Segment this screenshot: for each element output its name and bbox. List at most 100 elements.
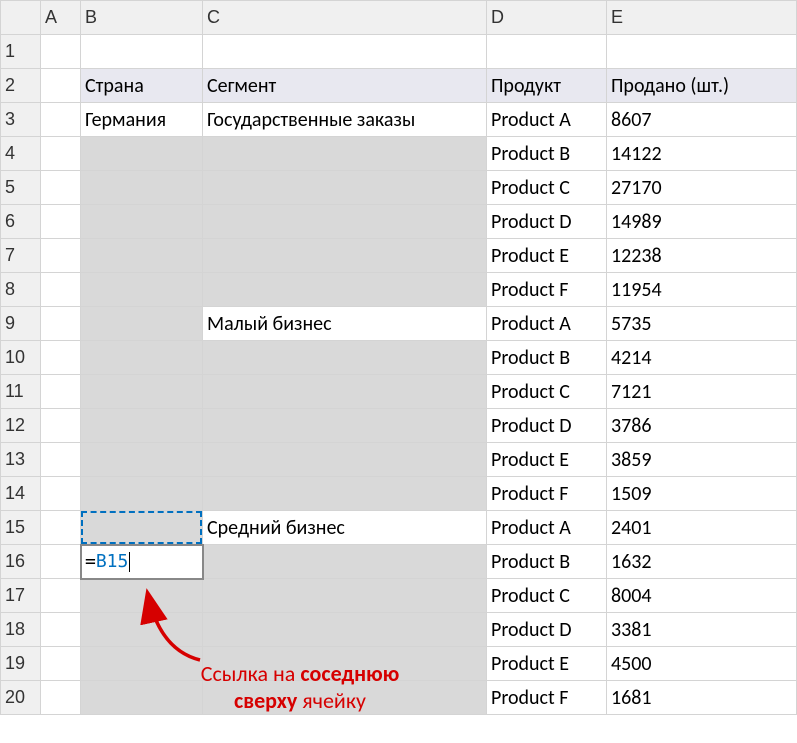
cell-A18[interactable] [41, 613, 81, 647]
cell-B20[interactable] [81, 681, 203, 715]
cell-E4[interactable]: 14122 [607, 137, 797, 171]
cell-C6[interactable] [203, 205, 487, 239]
cell-D16[interactable]: Product B [487, 545, 607, 579]
cell-E1[interactable] [607, 35, 797, 69]
cell-B12[interactable] [81, 409, 203, 443]
cell-C3[interactable]: Государственные заказы [203, 103, 487, 137]
cell-C8[interactable] [203, 273, 487, 307]
cell-C16[interactable] [203, 545, 487, 579]
col-header-C[interactable]: C [203, 1, 487, 35]
cell-E19[interactable]: 4500 [607, 647, 797, 681]
cell-B4[interactable] [81, 137, 203, 171]
cell-E6[interactable]: 14989 [607, 205, 797, 239]
cell-E2[interactable]: Продано (шт.) [607, 69, 797, 103]
cell-E17[interactable]: 8004 [607, 579, 797, 613]
cell-C18[interactable] [203, 613, 487, 647]
row-header-9[interactable]: 9 [1, 307, 41, 341]
cell-E9[interactable]: 5735 [607, 307, 797, 341]
cell-D17[interactable]: Product C [487, 579, 607, 613]
cell-D11[interactable]: Product C [487, 375, 607, 409]
cell-C9[interactable]: Малый бизнес [203, 307, 487, 341]
row-header-19[interactable]: 19 [1, 647, 41, 681]
row-header-10[interactable]: 10 [1, 341, 41, 375]
cell-C10[interactable] [203, 341, 487, 375]
cell-D13[interactable]: Product E [487, 443, 607, 477]
cell-A1[interactable] [41, 35, 81, 69]
row-header-12[interactable]: 12 [1, 409, 41, 443]
col-header-D[interactable]: D [487, 1, 607, 35]
cell-B17[interactable] [81, 579, 203, 613]
cell-B8[interactable] [81, 273, 203, 307]
cell-C14[interactable] [203, 477, 487, 511]
row-header-20[interactable]: 20 [1, 681, 41, 715]
cell-B6[interactable] [81, 205, 203, 239]
cell-E12[interactable]: 3786 [607, 409, 797, 443]
cell-D20[interactable]: Product F [487, 681, 607, 715]
cell-A13[interactable] [41, 443, 81, 477]
cell-D1[interactable] [487, 35, 607, 69]
cell-D10[interactable]: Product B [487, 341, 607, 375]
cell-A3[interactable] [41, 103, 81, 137]
cell-D19[interactable]: Product E [487, 647, 607, 681]
cell-E7[interactable]: 12238 [607, 239, 797, 273]
cell-D5[interactable]: Product C [487, 171, 607, 205]
cell-E13[interactable]: 3859 [607, 443, 797, 477]
row-header-8[interactable]: 8 [1, 273, 41, 307]
cell-E14[interactable]: 1509 [607, 477, 797, 511]
cell-B15[interactable] [81, 511, 203, 545]
cell-B13[interactable] [81, 443, 203, 477]
row-header-6[interactable]: 6 [1, 205, 41, 239]
cell-A11[interactable] [41, 375, 81, 409]
cell-A12[interactable] [41, 409, 81, 443]
cell-A2[interactable] [41, 69, 81, 103]
cell-A16[interactable] [41, 545, 81, 579]
row-header-18[interactable]: 18 [1, 613, 41, 647]
cell-B18[interactable] [81, 613, 203, 647]
spreadsheet-grid[interactable]: A B C D E 12СтранаСегментПродуктПродано … [0, 0, 797, 715]
cell-E15[interactable]: 2401 [607, 511, 797, 545]
cell-D2[interactable]: Продукт [487, 69, 607, 103]
cell-E10[interactable]: 4214 [607, 341, 797, 375]
cell-B7[interactable] [81, 239, 203, 273]
cell-A15[interactable] [41, 511, 81, 545]
cell-D4[interactable]: Product B [487, 137, 607, 171]
cell-B5[interactable] [81, 171, 203, 205]
row-header-16[interactable]: 16 [1, 545, 41, 579]
cell-E18[interactable]: 3381 [607, 613, 797, 647]
cell-A20[interactable] [41, 681, 81, 715]
cell-B19[interactable] [81, 647, 203, 681]
cell-C5[interactable] [203, 171, 487, 205]
cell-B3[interactable]: Германия [81, 103, 203, 137]
row-header-15[interactable]: 15 [1, 511, 41, 545]
cell-C17[interactable] [203, 579, 487, 613]
cell-E11[interactable]: 7121 [607, 375, 797, 409]
col-header-B[interactable]: B [81, 1, 203, 35]
cell-D6[interactable]: Product D [487, 205, 607, 239]
cell-C12[interactable] [203, 409, 487, 443]
select-all-corner[interactable] [1, 1, 41, 35]
cell-D14[interactable]: Product F [487, 477, 607, 511]
cell-A17[interactable] [41, 579, 81, 613]
cell-E8[interactable]: 11954 [607, 273, 797, 307]
cell-E16[interactable]: 1632 [607, 545, 797, 579]
cell-B2[interactable]: Страна [81, 69, 203, 103]
cell-D15[interactable]: Product A [487, 511, 607, 545]
cell-A7[interactable] [41, 239, 81, 273]
cell-C13[interactable] [203, 443, 487, 477]
cell-C20[interactable] [203, 681, 487, 715]
cell-E20[interactable]: 1681 [607, 681, 797, 715]
row-header-5[interactable]: 5 [1, 171, 41, 205]
col-header-E[interactable]: E [607, 1, 797, 35]
cell-D3[interactable]: Product A [487, 103, 607, 137]
cell-D18[interactable]: Product D [487, 613, 607, 647]
cell-A6[interactable] [41, 205, 81, 239]
row-header-17[interactable]: 17 [1, 579, 41, 613]
cell-C19[interactable] [203, 647, 487, 681]
row-header-7[interactable]: 7 [1, 239, 41, 273]
cell-C4[interactable] [203, 137, 487, 171]
cell-C2[interactable]: Сегмент [203, 69, 487, 103]
cell-A5[interactable] [41, 171, 81, 205]
row-header-3[interactable]: 3 [1, 103, 41, 137]
cell-D12[interactable]: Product D [487, 409, 607, 443]
cell-B1[interactable] [81, 35, 203, 69]
